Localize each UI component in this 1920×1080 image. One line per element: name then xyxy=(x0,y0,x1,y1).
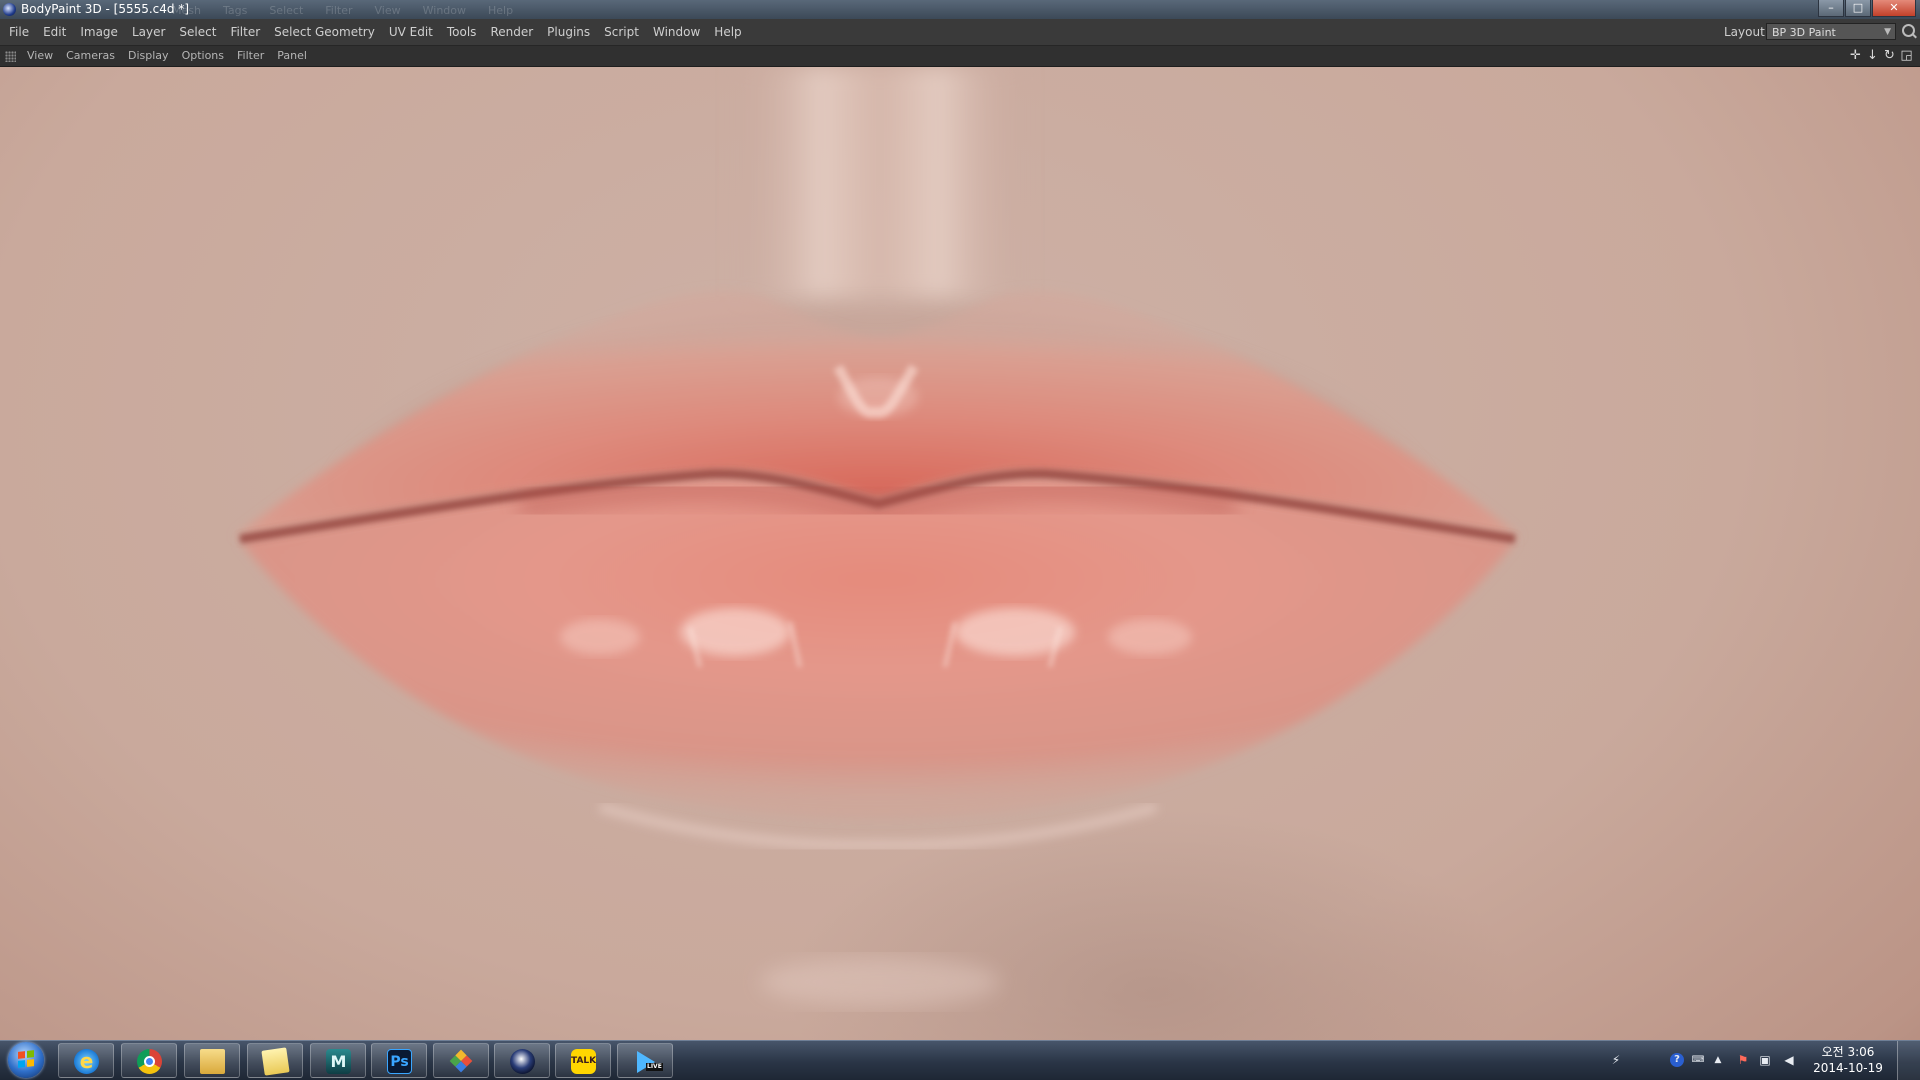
menu-script[interactable]: Script xyxy=(604,19,639,45)
ghost-menu-item: View xyxy=(374,4,401,17)
layout-label: Layout: xyxy=(1724,25,1769,39)
chevron-down-icon: ▼ xyxy=(1884,27,1891,37)
ghost-menu-item: Filter xyxy=(325,4,353,17)
folder-icon xyxy=(261,1047,290,1076)
taskbar: e M Ps TALK LIVE ⚡ ? ⌨ ▲ ⚑ ▣ ◀ 오전 3:06 2… xyxy=(0,1040,1920,1080)
taskbar-app-explorer[interactable] xyxy=(184,1043,240,1078)
show-hidden-icon[interactable]: ▲ xyxy=(1711,1053,1725,1067)
menu-edit[interactable]: Edit xyxy=(43,19,66,45)
minimize-button[interactable]: – xyxy=(1818,0,1844,17)
bodypaint-app-icon[interactable] xyxy=(3,3,16,16)
show-desktop-button[interactable] xyxy=(1897,1041,1920,1080)
taskbar-app-chrome[interactable] xyxy=(121,1043,177,1078)
menu-uv-edit[interactable]: UV Edit xyxy=(389,19,433,45)
clock-date: 2014-10-19 xyxy=(1813,1061,1883,1075)
cinema4d-icon xyxy=(510,1049,535,1074)
paint-viewport[interactable] xyxy=(0,67,1920,1040)
menu-select-geometry[interactable]: Select Geometry xyxy=(274,19,375,45)
chrome-icon xyxy=(137,1049,162,1074)
viewport-menu-view[interactable]: View xyxy=(27,46,53,66)
start-button[interactable] xyxy=(4,1042,50,1079)
volume-icon[interactable]: ◀ xyxy=(1782,1053,1796,1067)
viewport-menu-filter[interactable]: Filter xyxy=(237,46,264,66)
menu-plugins[interactable]: Plugins xyxy=(547,19,590,45)
windows-logo-icon xyxy=(18,1050,34,1068)
chin-highlight xyxy=(760,957,1000,1007)
move-icon[interactable]: ✛ xyxy=(1848,48,1863,63)
menu-filter[interactable]: Filter xyxy=(230,19,260,45)
toggle-view-icon[interactable]: ◲ xyxy=(1899,48,1914,63)
ghost-menu-item: Select xyxy=(269,4,304,17)
mosaic-app-icon xyxy=(449,1049,474,1074)
viewport-menu-options[interactable]: Options xyxy=(182,46,224,66)
menu-render[interactable]: Render xyxy=(490,19,533,45)
kakaotalk-icon: TALK xyxy=(571,1049,596,1074)
layout-dropdown[interactable]: BP 3D Paint ▼ xyxy=(1766,23,1896,40)
keyboard-icon[interactable]: ⌨ xyxy=(1691,1053,1705,1067)
ghost-menu-item: Mesh xyxy=(172,4,201,17)
viewport-menu-bar: View Cameras Display Options Filter Pane… xyxy=(0,46,1920,67)
taskbar-app-windows-live[interactable]: LIVE xyxy=(617,1043,673,1078)
zoom-icon[interactable]: ↓ xyxy=(1865,48,1880,63)
taskbar-app-ie[interactable]: e xyxy=(58,1043,114,1078)
taskbar-app-photoshop[interactable]: Ps xyxy=(371,1043,427,1078)
clock-time: 오전 3:06 xyxy=(1821,1045,1875,1059)
maximize-button[interactable]: □ xyxy=(1845,0,1871,17)
ghost-menu-item: Help xyxy=(488,4,514,17)
window-title: BodyPaint 3D - [5555.c4d *] xyxy=(21,2,190,16)
live-badge: LIVE xyxy=(646,1063,663,1071)
philtrum-highlight xyxy=(730,67,1030,297)
title-bar: BodyPaint 3D - [5555.c4d *] Mesh Tags Se… xyxy=(0,0,1920,19)
menu-window[interactable]: Window xyxy=(653,19,700,45)
ghost-menu-item: Window xyxy=(422,4,466,17)
taskbar-app-cinema4d[interactable] xyxy=(494,1043,550,1078)
monitor-icon[interactable]: ▣ xyxy=(1758,1053,1772,1067)
viewport-menu-display[interactable]: Display xyxy=(128,46,169,66)
search-icon[interactable] xyxy=(1902,24,1915,37)
taskbar-app-kakaotalk[interactable]: TALK xyxy=(555,1043,611,1078)
maya-icon: M xyxy=(326,1049,351,1074)
main-menu-bar: File Edit Image Layer Select Filter Sele… xyxy=(0,19,1920,46)
internet-explorer-icon: e xyxy=(74,1049,99,1074)
lower-lip-highlight-far-left xyxy=(560,619,640,655)
menu-select[interactable]: Select xyxy=(179,19,216,45)
viewport-menu-cameras[interactable]: Cameras xyxy=(66,46,115,66)
taskbar-app-maya[interactable]: M xyxy=(310,1043,366,1078)
file-explorer-icon xyxy=(200,1049,225,1074)
viewport-menu-panel[interactable]: Panel xyxy=(277,46,307,66)
taskbar-app-folder[interactable] xyxy=(247,1043,303,1078)
menu-image[interactable]: Image xyxy=(80,19,118,45)
network-icon[interactable]: ⚡ xyxy=(1609,1053,1623,1067)
taskbar-app-mosaic[interactable] xyxy=(433,1043,489,1078)
windows-live-icon: LIVE xyxy=(633,1049,663,1074)
rotate-icon[interactable]: ↻ xyxy=(1882,48,1897,63)
background-menu-ghost: Mesh Tags Select Filter View Window Help xyxy=(172,0,513,21)
ghost-menu-item: Tags xyxy=(222,4,248,17)
close-button[interactable]: ✕ xyxy=(1872,0,1916,17)
menu-file[interactable]: File xyxy=(9,19,29,45)
panel-grip-icon[interactable] xyxy=(5,51,16,62)
window-controls: – □ ✕ xyxy=(1817,0,1916,17)
layout-dropdown-value: BP 3D Paint xyxy=(1772,26,1836,39)
menu-layer[interactable]: Layer xyxy=(132,19,165,45)
menu-tools[interactable]: Tools xyxy=(447,19,477,45)
upper-lip-glow xyxy=(838,377,918,417)
help-icon[interactable]: ? xyxy=(1670,1053,1684,1067)
flag-icon[interactable]: ⚑ xyxy=(1736,1053,1750,1067)
photoshop-icon: Ps xyxy=(387,1049,412,1074)
lower-lip xyxy=(240,476,1515,819)
lips-painting xyxy=(235,67,1520,1007)
lower-lip-highlight-far-right xyxy=(1108,619,1192,655)
clock[interactable]: 오전 3:06 2014-10-19 xyxy=(1808,1044,1888,1076)
menu-help[interactable]: Help xyxy=(714,19,741,45)
